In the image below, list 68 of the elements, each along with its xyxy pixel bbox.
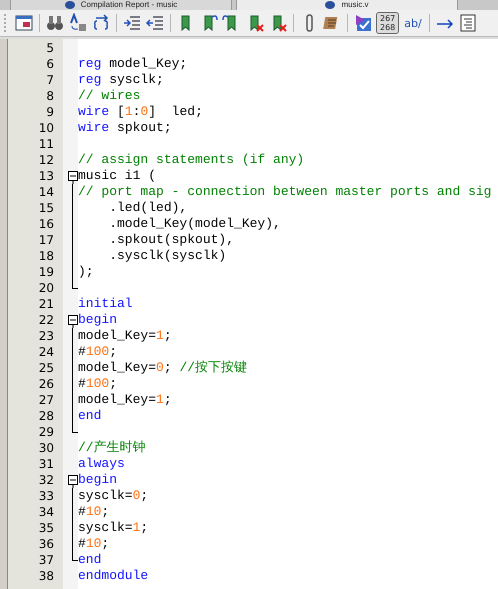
code-line: end <box>78 552 102 568</box>
line-number: 32 <box>38 472 54 488</box>
line-number: 27 <box>38 392 54 408</box>
code-line: #100; <box>78 344 118 360</box>
code-line: always <box>78 456 125 472</box>
code-line: // wires <box>78 88 140 104</box>
editor-tab[interactable]: Compilation Report - music <box>10 0 232 10</box>
line-number: 30 <box>38 440 54 456</box>
line-number: 5 <box>45 40 54 56</box>
code-line: #10; <box>78 536 110 552</box>
line-number: 38 <box>38 568 54 584</box>
toolbar-button[interactable]: ab/ <box>402 16 424 30</box>
editor-tab[interactable]: music.v <box>236 0 458 10</box>
line-number: 7 <box>45 72 54 88</box>
line-number: 31 <box>38 456 54 472</box>
line-number: 17 <box>38 232 54 248</box>
line-number: 23 <box>38 328 54 344</box>
line-number: 35 <box>38 520 54 536</box>
line-number: 12 <box>38 152 54 168</box>
code-line: model_Key=1; <box>78 328 172 344</box>
code-line: endmodule <box>78 568 148 584</box>
line-number: 37 <box>38 552 54 568</box>
line-number: 33 <box>38 488 54 504</box>
code-line: reg model_Key; <box>78 56 188 72</box>
line-number: 20 <box>38 280 54 296</box>
line-number: 36 <box>38 536 54 552</box>
code-line: end <box>78 408 102 424</box>
code-line: //产生时钟 <box>78 440 146 456</box>
code-line: // port map - connection between master ports and sig <box>78 184 492 200</box>
line-number: 26 <box>38 376 54 392</box>
line-number: 10 <box>38 120 54 136</box>
code-line: #100; <box>78 376 118 392</box>
code-line: .led(led), <box>108 200 188 216</box>
line-number: 16 <box>38 216 54 232</box>
code-line: begin <box>78 312 118 328</box>
code-line: sysclk=1; <box>78 520 148 536</box>
code-line: .sysclk(sysclk) <box>108 248 226 264</box>
line-number: 25 <box>38 360 54 376</box>
code-line: // assign statements (if any) <box>78 152 304 168</box>
code-line: .spkout(spkout), <box>108 232 234 248</box>
code-line: sysclk=0; <box>78 488 148 504</box>
line-number: 22 <box>38 312 54 328</box>
line-number: 15 <box>38 200 54 216</box>
line-number: 34 <box>38 504 54 520</box>
code-line: music i1 ( <box>78 168 156 184</box>
line-number: 28 <box>38 408 54 424</box>
code-line: .model_Key(model_Key), <box>108 216 281 232</box>
line-number: 21 <box>38 296 54 312</box>
line-number: 9 <box>45 104 54 120</box>
line-number: 6 <box>45 56 54 72</box>
line-number: 8 <box>45 88 54 104</box>
line-number: 11 <box>38 136 54 152</box>
code-line: begin <box>78 472 118 488</box>
code-line: ); <box>78 264 94 280</box>
code-line: wire spkout; <box>78 120 172 136</box>
code-line: model_Key=0; //按下按键 <box>78 360 248 376</box>
line-numbers-button[interactable]: 267 268 <box>376 12 400 34</box>
line-number: 24 <box>38 344 54 360</box>
code-line: #10; <box>78 504 110 520</box>
line-number: 19 <box>38 264 54 280</box>
code-line: model_Key=1; <box>78 392 172 408</box>
line-number: 29 <box>38 424 54 440</box>
code-line: wire [1:0] led; <box>78 104 203 120</box>
line-number: 18 <box>38 248 54 264</box>
line-number: 14 <box>38 184 54 200</box>
line-number: 13 <box>38 168 54 184</box>
code-line: initial <box>78 296 133 312</box>
code-line: reg sysclk; <box>78 72 164 88</box>
